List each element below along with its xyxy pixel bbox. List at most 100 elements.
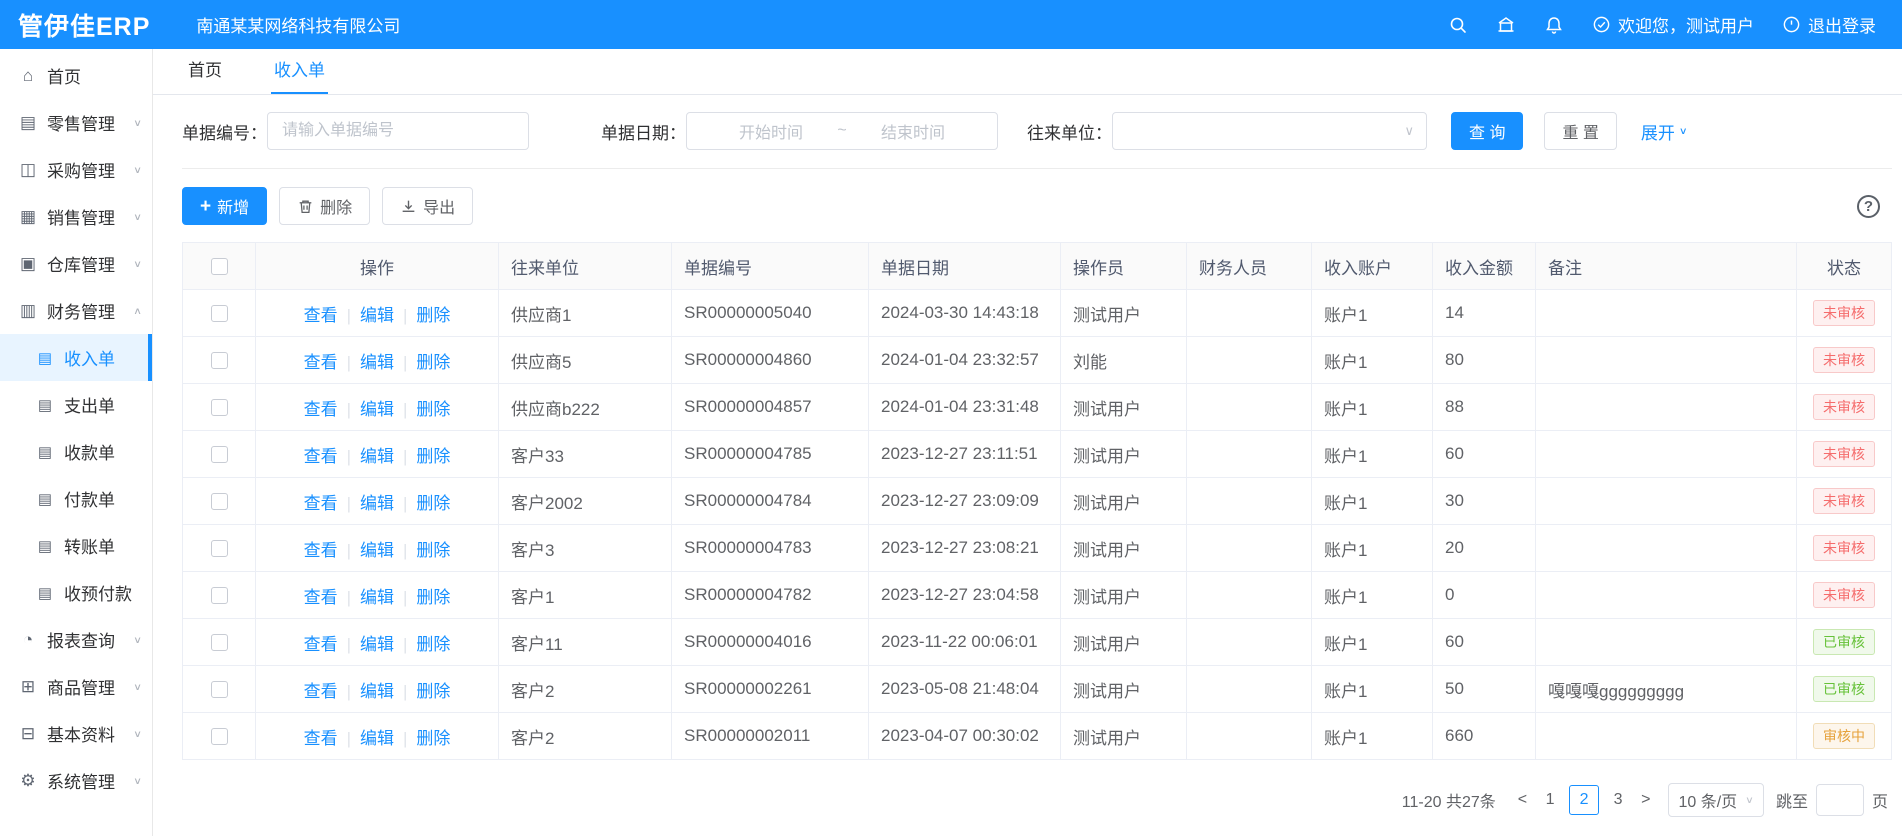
row-checkbox[interactable]	[211, 399, 228, 416]
view-link[interactable]: 查看	[304, 306, 338, 325]
row-checkbox[interactable]	[211, 305, 228, 322]
row-checkbox[interactable]	[211, 540, 228, 557]
row-checkbox[interactable]	[211, 634, 228, 651]
sidebar-item-sales[interactable]: ▦ 销售管理 ∨	[0, 193, 152, 240]
row-checkbox[interactable]	[211, 587, 228, 604]
expand-filters-link[interactable]: 展开 ∨	[1641, 119, 1688, 144]
sidebar-item-purchase[interactable]: ◫ 采购管理 ∨	[0, 146, 152, 193]
edit-link[interactable]: 编辑	[360, 494, 394, 513]
chevron-down-icon: ∨	[1745, 794, 1754, 805]
edit-link[interactable]: 编辑	[360, 541, 394, 560]
delete-link[interactable]: 删除	[416, 635, 450, 654]
edit-link[interactable]: 编辑	[360, 635, 394, 654]
site-home-icon[interactable]	[1496, 15, 1516, 35]
tab-income-bill[interactable]: 收入单	[271, 49, 328, 94]
document-icon: ▤	[34, 490, 56, 508]
sidebar-item-basic-data[interactable]: ⊟ 基本资料 ∨	[0, 710, 152, 757]
view-link[interactable]: 查看	[304, 588, 338, 607]
view-link[interactable]: 查看	[304, 447, 338, 466]
delete-button[interactable]: 删除	[279, 187, 370, 225]
income-account-cell: 账户1	[1312, 619, 1433, 666]
bill-no-label: 单据编号：	[182, 119, 267, 144]
divider: |	[347, 400, 351, 419]
view-link[interactable]: 查看	[304, 729, 338, 748]
page-number-2[interactable]: 2	[1569, 785, 1599, 815]
welcome-user[interactable]: 欢迎您，测试用户	[1592, 12, 1754, 37]
view-link[interactable]: 查看	[304, 494, 338, 513]
prev-page-arrow[interactable]: <	[1510, 791, 1535, 809]
table-row: 查看|编辑|删除 客户1 SR00000004782 2023-12-27 23…	[183, 572, 1892, 619]
edit-link[interactable]: 编辑	[360, 588, 394, 607]
reset-button[interactable]: 重 置	[1544, 112, 1616, 150]
search-icon[interactable]	[1448, 15, 1468, 35]
sidebar-item-retail[interactable]: ▤ 零售管理 ∨	[0, 99, 152, 146]
delete-link[interactable]: 删除	[416, 682, 450, 701]
income-account-cell: 账户1	[1312, 572, 1433, 619]
search-button[interactable]: 查 询	[1451, 112, 1523, 150]
view-link[interactable]: 查看	[304, 353, 338, 372]
sidebar-item-finance[interactable]: ▥ 财务管理 ∧	[0, 287, 152, 334]
jump-page-input[interactable]	[1816, 784, 1864, 816]
warehouse-icon: ▣	[17, 254, 39, 274]
row-checkbox[interactable]	[211, 446, 228, 463]
sidebar-item-goods[interactable]: ⊞ 商品管理 ∨	[0, 663, 152, 710]
row-checkbox[interactable]	[211, 352, 228, 369]
sidebar-item-receipt-bill[interactable]: ▤ 收款单	[0, 428, 152, 475]
edit-link[interactable]: 编辑	[360, 729, 394, 748]
edit-link[interactable]: 编辑	[360, 400, 394, 419]
row-checkbox[interactable]	[211, 728, 228, 745]
delete-link[interactable]: 删除	[416, 400, 450, 419]
view-link[interactable]: 查看	[304, 400, 338, 419]
sidebar-item-transfer-bill[interactable]: ▤ 转账单	[0, 522, 152, 569]
sidebar-item-home[interactable]: ⌂ 首页	[0, 52, 152, 99]
delete-link[interactable]: 删除	[416, 541, 450, 560]
edit-link[interactable]: 编辑	[360, 447, 394, 466]
app-logo: 管伊佳ERP	[18, 7, 150, 43]
company-name: 南通某某网络科技有限公司	[196, 12, 400, 37]
delete-link[interactable]: 删除	[416, 494, 450, 513]
add-button[interactable]: + 新增	[182, 187, 267, 225]
delete-link[interactable]: 删除	[416, 588, 450, 607]
view-link[interactable]: 查看	[304, 635, 338, 654]
edit-link[interactable]: 编辑	[360, 353, 394, 372]
partner-select[interactable]: ∨	[1112, 112, 1427, 150]
row-checkbox[interactable]	[211, 493, 228, 510]
tab-home[interactable]: 首页	[185, 49, 225, 94]
page-number-1[interactable]: 1	[1535, 785, 1565, 815]
date-range-input[interactable]: 开始时间 ~ 结束时间	[686, 112, 998, 150]
row-checkbox[interactable]	[211, 681, 228, 698]
divider: |	[347, 541, 351, 560]
select-all-checkbox[interactable]	[211, 258, 228, 275]
bell-icon[interactable]	[1544, 15, 1564, 35]
delete-link[interactable]: 删除	[416, 306, 450, 325]
remark-cell	[1536, 431, 1797, 478]
page-number-3[interactable]: 3	[1603, 785, 1633, 815]
delete-link[interactable]: 删除	[416, 353, 450, 372]
chevron-down-icon: ∨	[133, 211, 142, 222]
delete-link[interactable]: 删除	[416, 729, 450, 748]
view-link[interactable]: 查看	[304, 541, 338, 560]
delete-link[interactable]: 删除	[416, 447, 450, 466]
welcome-text: 欢迎您，测试用户	[1618, 12, 1754, 37]
sidebar-item-advance-receipt[interactable]: ▤ 收预付款	[0, 569, 152, 616]
help-icon[interactable]: ?	[1857, 195, 1880, 218]
next-page-arrow[interactable]: >	[1633, 791, 1658, 809]
chevron-down-icon: ∨	[133, 117, 142, 128]
sidebar-item-warehouse[interactable]: ▣ 仓库管理 ∨	[0, 240, 152, 287]
sidebar-item-system[interactable]: ⚙ 系统管理 ∨	[0, 757, 152, 804]
sidebar-item-reports[interactable]: ◔ 报表查询 ∨	[0, 616, 152, 663]
page-jump: 跳至 页	[1776, 784, 1888, 816]
sidebar-item-payment-bill[interactable]: ▤ 付款单	[0, 475, 152, 522]
sidebar-item-expense-bill[interactable]: ▤ 支出单	[0, 381, 152, 428]
status-badge: 未审核	[1813, 300, 1875, 327]
logout-button[interactable]: 退出登录	[1782, 12, 1876, 37]
view-link[interactable]: 查看	[304, 682, 338, 701]
export-button[interactable]: 导出	[382, 187, 473, 225]
table-row: 查看|编辑|删除 供应商5 SR00000004860 2024-01-04 2…	[183, 337, 1892, 384]
sidebar-item-income-bill[interactable]: ▤ 收入单	[0, 334, 152, 381]
bill-no-input[interactable]	[267, 112, 529, 150]
edit-link[interactable]: 编辑	[360, 682, 394, 701]
operator-cell: 测试用户	[1061, 384, 1187, 431]
edit-link[interactable]: 编辑	[360, 306, 394, 325]
page-size-select[interactable]: 10 条/页 ∨	[1668, 783, 1764, 817]
